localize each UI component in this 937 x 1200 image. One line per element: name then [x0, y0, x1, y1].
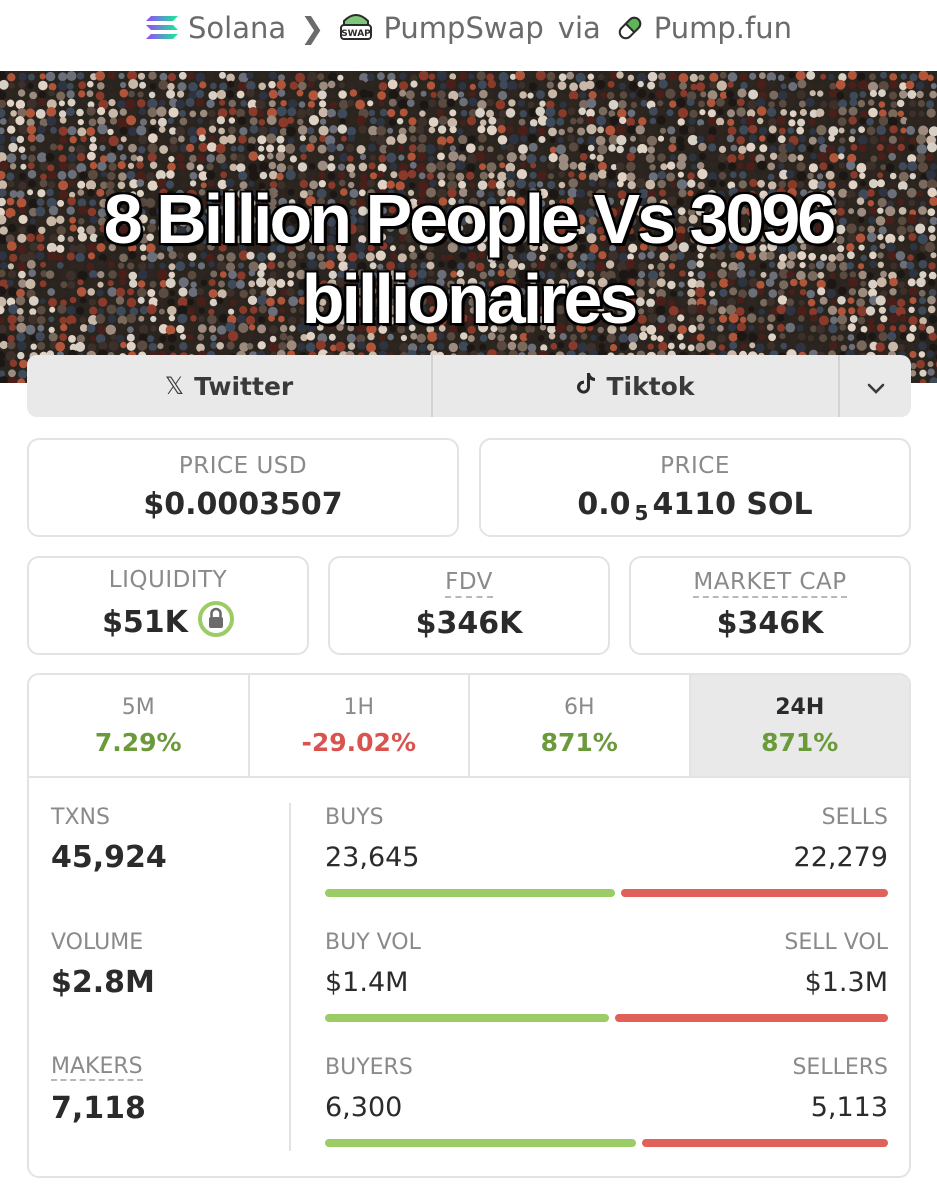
makers-stat[interactable]: MAKERS 7,118 — [51, 1054, 281, 1176]
tab-6h[interactable]: 6H 871% — [470, 675, 691, 776]
tab-label: 6H — [563, 694, 595, 720]
buy-sell-column: BUYS 23,645 SELLS 22,279 BUY VOL $1.4M SELL… — [325, 805, 888, 1176]
banner-headline: 8 Billion People Vs 3096 billionaires — [103, 180, 836, 338]
market-cap-label: MARKET CAP — [693, 570, 847, 598]
breadcrumb-chain[interactable]: Solana — [145, 11, 286, 45]
makers-ratio-bar — [325, 1139, 888, 1147]
chevron-down-icon — [867, 372, 885, 401]
volume-stat: VOLUME $2.8M — [51, 930, 281, 1055]
dex-name: PumpSwap — [383, 11, 544, 45]
pumpswap-icon: SWAP — [338, 11, 374, 45]
chevron-right-icon: ❯ — [300, 11, 325, 45]
tab-change: 871% — [540, 727, 618, 757]
lock-icon[interactable] — [197, 600, 234, 645]
price-native-prefix: 0.0 — [577, 487, 631, 522]
sell-share-bar — [620, 889, 888, 897]
txns-ratio-bar — [325, 889, 888, 897]
sell-vol-label: SELL VOL — [784, 930, 888, 955]
fdv-label: FDV — [445, 570, 493, 598]
timeframe-tabs: 5M 7.29% 1H -29.02% 6H 871% 24H 871% — [29, 675, 909, 778]
tab-change: -29.02% — [301, 727, 416, 757]
txns-split-row: BUYS 23,645 SELLS 22,279 — [325, 805, 888, 930]
breadcrumb-launchpad[interactable]: Pump.fun — [615, 11, 792, 45]
buy-vol-label: BUY VOL — [325, 930, 421, 955]
price-native-card: PRICE 0.0 5 4110 SOL — [479, 438, 911, 537]
price-native-value: 0.0 5 4110 SOL — [577, 487, 813, 525]
buyers-label: BUYERS — [325, 1055, 413, 1080]
tab-label: 5M — [121, 694, 155, 720]
social-links-bar: 𝕏 Twitter Tiktok — [27, 355, 911, 417]
sell-share-bar — [641, 1139, 888, 1147]
launchpad-name: Pump.fun — [653, 11, 792, 45]
column-divider — [289, 803, 291, 1151]
volume-value: $2.8M — [51, 965, 155, 1000]
sell-vol-value: $1.3M — [804, 967, 888, 998]
x-logo-icon: 𝕏 — [164, 372, 185, 400]
buy-vol-value: $1.4M — [325, 967, 409, 998]
tab-change: 7.29% — [94, 727, 182, 757]
price-native-zero-count: 5 — [634, 500, 649, 525]
volume-label: VOLUME — [51, 930, 144, 955]
market-cap-card[interactable]: MARKET CAP $346K — [629, 556, 911, 655]
makers-split-row: BUYERS 6,300 SELLERS 5,113 — [325, 1055, 888, 1176]
tab-1h[interactable]: 1H -29.02% — [250, 675, 470, 776]
price-usd-card: PRICE USD $0.0003507 — [27, 438, 459, 537]
makers-value: 7,118 — [51, 1091, 146, 1127]
sells-value: 22,279 — [793, 842, 888, 873]
buy-share-bar — [325, 1014, 610, 1022]
txns-stat: TXNS 45,924 — [51, 805, 281, 930]
tab-5m[interactable]: 5M 7.29% — [29, 675, 250, 776]
totals-column: TXNS 45,924 VOLUME $2.8M MAKERS 7,118 — [51, 805, 281, 1176]
buyers-value: 6,300 — [325, 1092, 403, 1123]
twitter-label: Twitter — [194, 371, 294, 401]
breadcrumb-dex[interactable]: SWAP PumpSwap — [338, 11, 544, 45]
via-text: via — [557, 11, 601, 45]
tab-label: 1H — [343, 694, 375, 720]
liquidity-card: LIQUIDITY $51K — [27, 556, 309, 655]
price-usd-value: $0.0003507 — [143, 487, 343, 522]
chain-name: Solana — [188, 11, 287, 45]
liquidity-label: LIQUIDITY — [108, 566, 228, 593]
txns-label: TXNS — [51, 805, 110, 830]
sellers-label: SELLERS — [792, 1055, 888, 1080]
makers-label: MAKERS — [51, 1054, 143, 1082]
buys-label: BUYS — [325, 805, 384, 830]
tiktok-label: Tiktok — [606, 371, 695, 401]
twitter-link-button[interactable]: 𝕏 Twitter — [27, 355, 433, 417]
market-cap-value: $346K — [716, 605, 824, 641]
volume-ratio-bar — [325, 1014, 888, 1022]
fdv-card[interactable]: FDV $346K — [328, 556, 610, 655]
sells-label: SELLS — [821, 805, 888, 830]
tab-change: 871% — [761, 727, 839, 757]
price-native-label: PRICE — [660, 453, 730, 479]
txns-value: 45,924 — [51, 840, 167, 875]
liquidity-value: $51K — [102, 605, 188, 640]
liquidity-value-row: $51K — [102, 600, 234, 645]
pill-icon — [615, 13, 645, 43]
buys-value: 23,645 — [325, 842, 420, 873]
volume-split-row: BUY VOL $1.4M SELL VOL $1.3M — [325, 930, 888, 1055]
buy-share-bar — [325, 889, 615, 897]
breadcrumb: Solana ❯ SWAP PumpSwap via Pump.fun — [0, 0, 937, 56]
price-usd-label: PRICE USD — [178, 453, 308, 479]
more-links-dropdown[interactable] — [840, 355, 911, 417]
fdv-value: $346K — [415, 605, 523, 641]
tiktok-link-button[interactable]: Tiktok — [433, 355, 840, 417]
sellers-value: 5,113 — [810, 1092, 888, 1123]
tab-24h[interactable]: 24H 871% — [690, 675, 909, 776]
token-banner: 8 Billion People Vs 3096 billionaires — [0, 71, 937, 383]
trading-stats-panel: 5M 7.29% 1H -29.02% 6H 871% 24H 871% TXN… — [27, 673, 911, 1178]
buy-share-bar — [325, 1139, 636, 1147]
pumpswap-badge-text: SWAP — [342, 29, 372, 39]
tab-label: 24H — [775, 694, 825, 720]
price-native-digits: 4110 SOL — [652, 487, 813, 522]
solana-icon — [145, 14, 179, 42]
tiktok-logo-icon — [576, 371, 596, 401]
sell-share-bar — [615, 1014, 888, 1022]
